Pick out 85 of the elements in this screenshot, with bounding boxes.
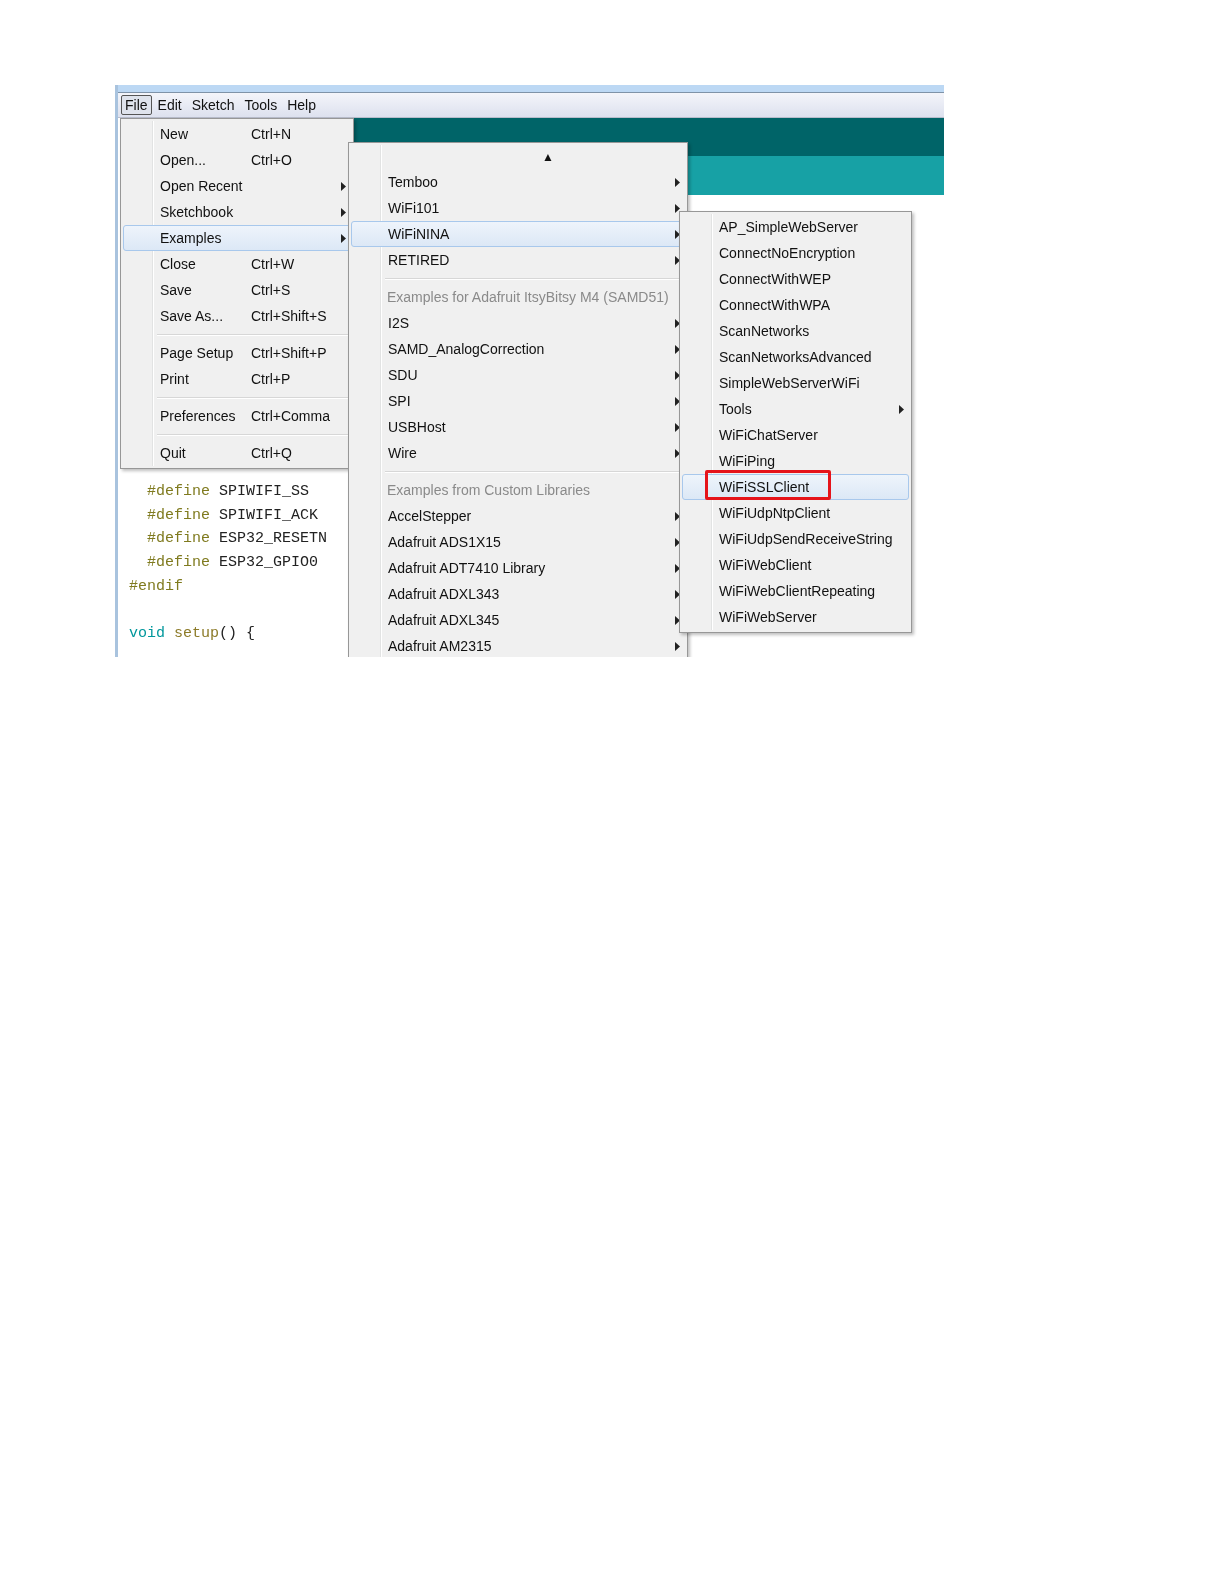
menu-item[interactable]: Open... Ctrl+O — [123, 147, 351, 173]
menu-item[interactable]: WiFiWebServer — [682, 604, 909, 630]
menu-section-header: Examples for Adafruit ItsyBitsy M4 (SAMD51) — [387, 289, 669, 305]
menu-item[interactable]: Close Ctrl+W — [123, 251, 351, 277]
menu-bar-item[interactable]: Tools — [240, 95, 282, 115]
submenu-arrow-icon — [675, 423, 680, 432]
menu-bar-item[interactable]: Sketch — [187, 95, 239, 115]
menu-item[interactable]: WiFi101 — [351, 195, 685, 221]
code-line: #define ESP32_RESETN — [146, 529, 328, 550]
menu-item[interactable]: Adafruit ADXL345 — [351, 607, 685, 633]
menu-item[interactable]: SPI — [351, 388, 685, 414]
menu-item[interactable]: Save As... Ctrl+Shift+S — [123, 303, 351, 329]
submenu-arrow-icon — [675, 642, 680, 651]
menu-item[interactable]: I2S — [351, 310, 685, 336]
menu-item[interactable]: AP_SimpleWebServer — [682, 214, 909, 240]
code-line: void setup() { — [129, 624, 256, 645]
menu-item[interactable]: Temboo — [351, 169, 685, 195]
menu-section-header: Examples from Custom Libraries — [387, 482, 591, 498]
shortcut-label: Ctrl+O — [251, 152, 292, 168]
menu-item[interactable]: Wire — [351, 440, 685, 466]
menu-bar-item[interactable]: Help — [283, 95, 320, 115]
shortcut-label: Ctrl+Q — [251, 445, 292, 461]
menu-item[interactable]: AccelStepper — [351, 503, 685, 529]
submenu-arrow-icon — [675, 564, 680, 573]
menu-item[interactable]: SimpleWebServerWiFi — [682, 370, 909, 396]
menu-item[interactable]: ConnectNoEncryption — [682, 240, 909, 266]
submenu-arrow-icon — [341, 234, 346, 243]
menu-item[interactable]: ConnectWithWEP — [682, 266, 909, 292]
menu-item[interactable]: SDU — [351, 362, 685, 388]
menu-item[interactable]: USBHost — [351, 414, 685, 440]
submenu-arrow-icon — [341, 208, 346, 217]
shortcut-label: Ctrl+N — [251, 126, 292, 142]
menu-item[interactable]: ScanNetworksAdvanced — [682, 344, 909, 370]
submenu-arrow-icon — [675, 345, 680, 354]
menu-item[interactable]: Adafruit AM2315 — [351, 633, 685, 657]
menu-item[interactable]: ScanNetworks — [682, 318, 909, 344]
menu-item[interactable]: Examples — [123, 225, 351, 251]
submenu-arrow-icon — [675, 178, 680, 187]
menu-item[interactable]: WiFiPing — [682, 448, 909, 474]
menu-item[interactable]: ConnectWithWPA — [682, 292, 909, 318]
submenu-arrow-icon — [675, 371, 680, 380]
scroll-up-arrow[interactable]: ▲ — [542, 150, 554, 164]
menu-item[interactable]: RETIRED — [351, 247, 685, 273]
shortcut-label: Ctrl+Comma — [251, 408, 330, 424]
shortcut-label: Ctrl+W — [251, 256, 295, 272]
menu-bar-item[interactable]: File — [121, 95, 152, 115]
code-line: #define ESP32_GPIO0 — [146, 553, 319, 574]
menu-item[interactable]: Tools — [682, 396, 909, 422]
submenu-arrow-icon — [899, 405, 904, 414]
menu-item[interactable]: WiFiUdpNtpClient — [682, 500, 909, 526]
submenu-arrow-icon — [675, 319, 680, 328]
menu-item[interactable]: Save Ctrl+S — [123, 277, 351, 303]
submenu-arrow-icon — [675, 256, 680, 265]
menu-item[interactable]: WiFiUdpSendReceiveString — [682, 526, 909, 552]
menu-item[interactable]: SAMD_AnalogCorrection — [351, 336, 685, 362]
shortcut-label: Ctrl+Shift+S — [251, 308, 327, 324]
submenu-arrow-icon — [675, 538, 680, 547]
menu-item[interactable]: WiFiChatServer — [682, 422, 909, 448]
menu-item[interactable]: Sketchbook — [123, 199, 351, 225]
code-line: #endif — [129, 576, 183, 597]
submenu-arrow-icon — [675, 616, 680, 625]
submenu-arrow-icon — [675, 397, 680, 406]
code-line: #define SPIWIFI_SS — [146, 482, 310, 502]
submenu-arrow-icon — [675, 230, 680, 239]
code-line: #define SPIWIFI_ACK — [146, 505, 319, 526]
menu-item[interactable]: Print Ctrl+P — [123, 366, 351, 392]
submenu-arrow-icon — [675, 449, 680, 458]
menu-item[interactable]: WiFiWebClientRepeating — [682, 578, 909, 604]
submenu-arrow-icon — [675, 204, 680, 213]
menu-item[interactable]: Preferences Ctrl+Comma — [123, 403, 351, 429]
submenu-arrow-icon — [675, 512, 680, 521]
shortcut-label: Ctrl+Shift+P — [251, 345, 327, 361]
submenu-arrow-icon — [675, 590, 680, 599]
submenu-arrow-icon — [341, 182, 346, 191]
menu-item[interactable]: Page Setup Ctrl+Shift+P — [123, 340, 351, 366]
shortcut-label: Ctrl+S — [251, 282, 291, 298]
menu-item[interactable]: Quit Ctrl+Q — [123, 440, 351, 466]
menu-item[interactable]: Adafruit ADS1X15 — [351, 529, 685, 555]
menu-bar-item[interactable]: Edit — [153, 95, 186, 115]
menu-item[interactable]: Adafruit ADXL343 — [351, 581, 685, 607]
menu-item[interactable]: Adafruit ADT7410 Library — [351, 555, 685, 581]
menu-item[interactable]: WiFiWebClient — [682, 552, 909, 578]
shortcut-label: Ctrl+P — [251, 371, 291, 387]
menu-item[interactable]: Open Recent — [123, 173, 351, 199]
menu-item[interactable]: New Ctrl+N — [123, 121, 351, 147]
